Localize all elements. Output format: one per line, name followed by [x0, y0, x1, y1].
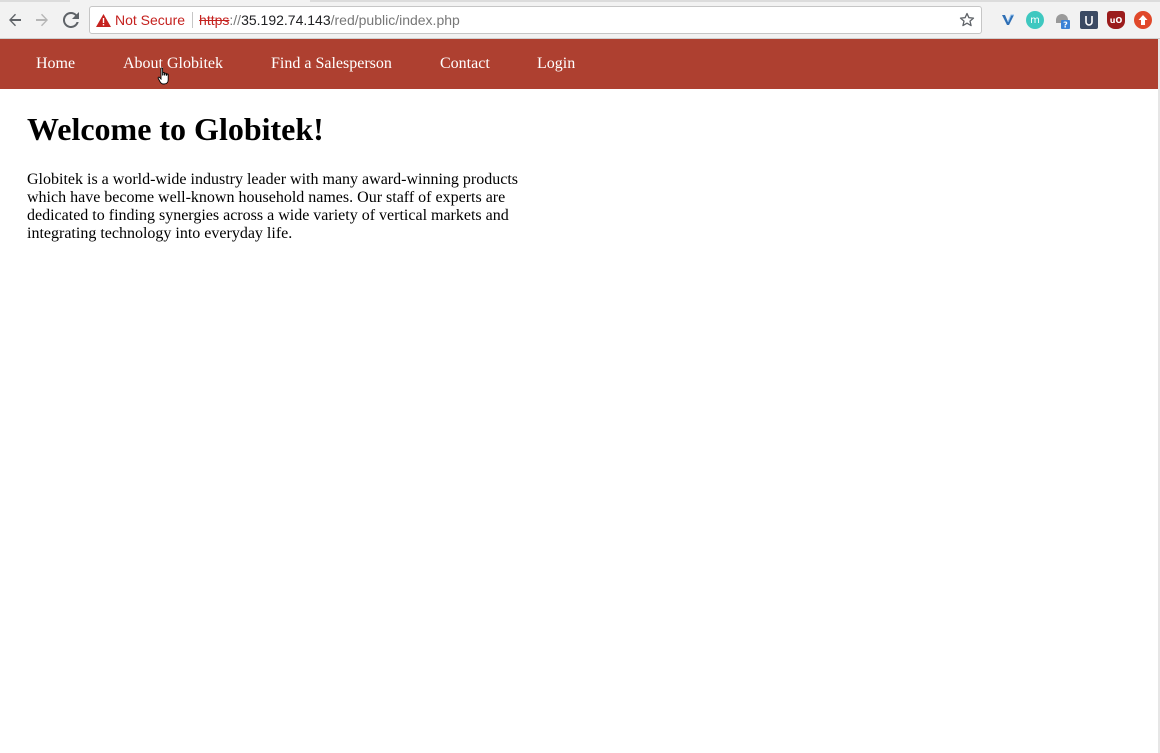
url-host: 35.192.74.143: [241, 12, 331, 28]
browser-toolbar: Not Secure https://35.192.74.143/red/pub…: [0, 0, 1160, 39]
forward-arrow-icon: [36, 13, 48, 27]
m-extension-icon[interactable]: m: [1026, 11, 1044, 29]
ublock-extension-icon[interactable]: uO: [1107, 11, 1125, 29]
reload-button[interactable]: [59, 8, 83, 32]
site-navigation-bar: Home About Globitek Find a Salesperson C…: [0, 39, 1158, 89]
reload-icon: [63, 12, 79, 28]
bookmark-star-icon[interactable]: [959, 12, 975, 28]
nav-link-about[interactable]: About Globitek: [123, 55, 223, 73]
back-arrow-icon: [9, 13, 21, 27]
nav-link-login[interactable]: Login: [537, 55, 575, 73]
url-scheme: https: [199, 12, 230, 28]
svg-text:?: ?: [1063, 21, 1068, 30]
warning-triangle-icon: [96, 13, 111, 27]
tab-strip: [0, 0, 1160, 2]
nav-link-home[interactable]: Home: [36, 55, 75, 73]
square-extension-icon[interactable]: [1080, 11, 1098, 29]
forward-button[interactable]: [30, 8, 54, 32]
address-divider: [192, 12, 194, 28]
url-separator: ://: [229, 12, 242, 28]
hand-pointer-cursor-icon: [157, 67, 169, 85]
vivaldi-extension-icon[interactable]: [999, 11, 1017, 29]
intro-paragraph: Globitek is a world-wide industry leader…: [27, 171, 518, 242]
main-content: Welcome to Globitek! Globitek is a world…: [27, 109, 527, 243]
page-title: Welcome to Globitek!: [27, 111, 324, 147]
active-tab-edge[interactable]: [70, 0, 310, 2]
nav-link-find-salesperson[interactable]: Find a Salesperson: [271, 55, 392, 73]
back-button[interactable]: [3, 8, 27, 32]
security-indicator[interactable]: Not Secure: [90, 7, 185, 33]
address-bar[interactable]: Not Secure https://35.192.74.143/red/pub…: [89, 6, 982, 34]
web-page: Home About Globitek Find a Salesperson C…: [0, 39, 1160, 753]
upload-extension-icon[interactable]: [1134, 11, 1152, 29]
nav-link-contact[interactable]: Contact: [440, 55, 490, 73]
not-secure-label: Not Secure: [115, 12, 186, 28]
url-path: /red/public/index.php: [330, 12, 460, 28]
extension-toolbar: m ? uO: [990, 10, 1152, 30]
incognito-extension-icon[interactable]: ?: [1053, 11, 1071, 29]
